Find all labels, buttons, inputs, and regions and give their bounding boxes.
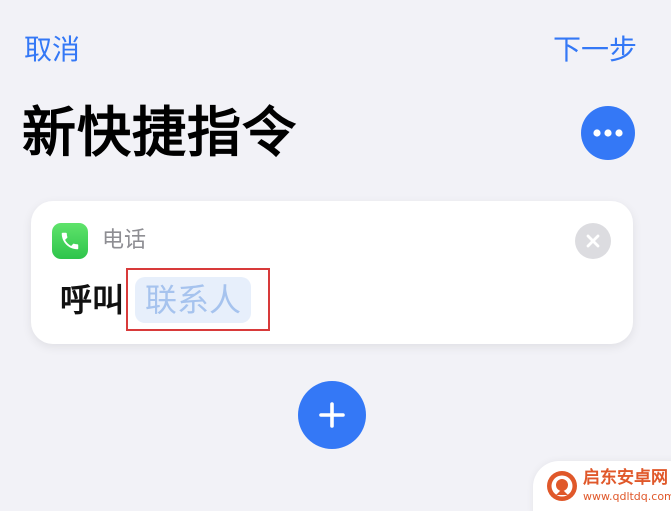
contact-parameter-token[interactable]: 联系人: [135, 277, 252, 323]
plus-icon: [319, 402, 345, 428]
phone-app-icon: [52, 223, 88, 259]
next-button[interactable]: 下一步: [553, 30, 637, 70]
app-name-label: 电话: [102, 228, 147, 253]
site-watermark: 启东安卓网 www.qdltdq.com: [533, 461, 671, 511]
add-action-button[interactable]: [298, 381, 366, 449]
cancel-button[interactable]: 取消: [24, 30, 80, 70]
action-card[interactable]: 电话 呼叫 联系人: [31, 201, 633, 344]
remove-action-button[interactable]: [575, 223, 611, 259]
watermark-logo-icon: [547, 471, 577, 501]
watermark-title: 启东安卓网: [583, 468, 668, 488]
close-icon: [586, 234, 600, 248]
page-title: 新快捷指令: [22, 101, 297, 164]
action-verb-label: 呼叫: [60, 281, 125, 319]
more-options-button[interactable]: [581, 106, 635, 160]
phone-icon: [61, 232, 79, 250]
shortcut-editor-screen: 取消 下一步 新快捷指令 电话 呼叫 联系人 启东安卓网 www.qdltdq.…: [0, 0, 671, 511]
ellipsis-icon: [593, 129, 623, 137]
watermark-url: www.qdltdq.com: [583, 490, 671, 503]
